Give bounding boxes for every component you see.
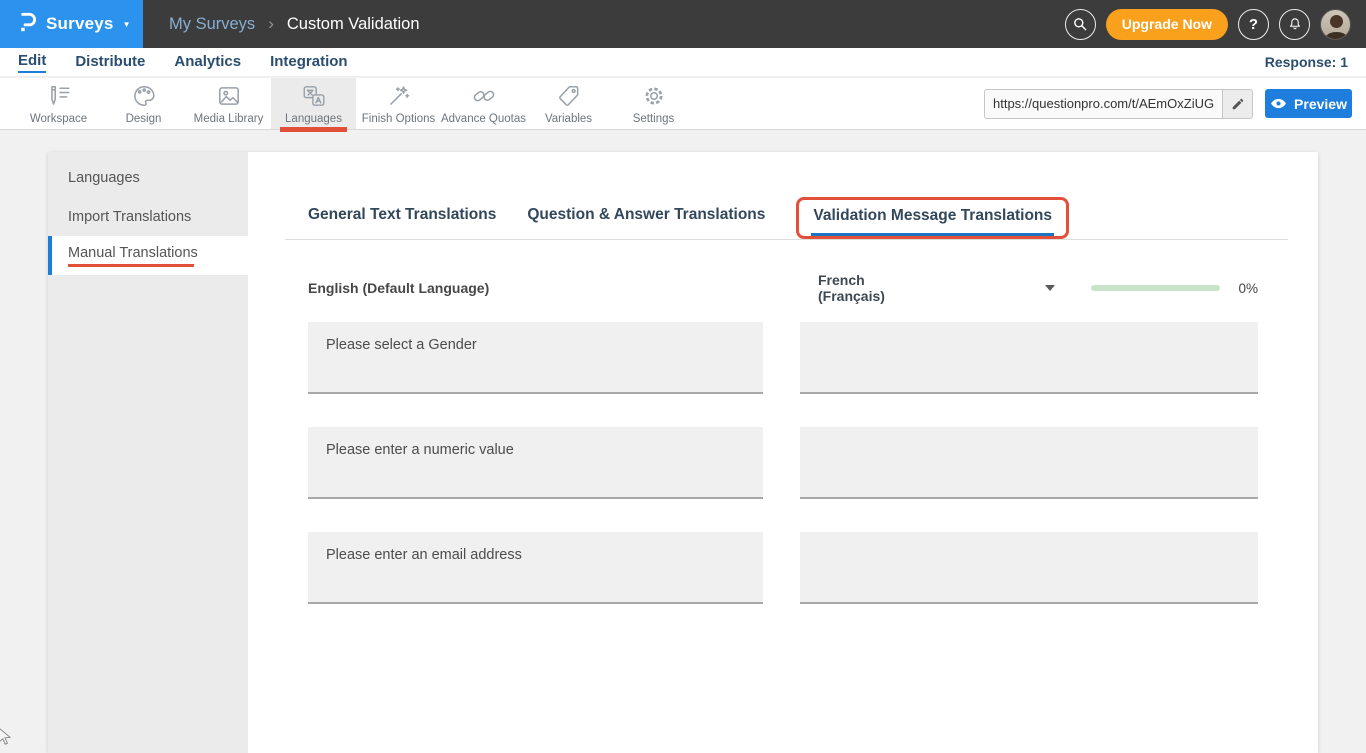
user-avatar[interactable] bbox=[1320, 9, 1351, 40]
nav-tab-integration[interactable]: Integration bbox=[270, 53, 348, 72]
questionpro-logo-icon bbox=[16, 10, 37, 39]
toolbar-item-finish-options[interactable]: Finish Options bbox=[356, 78, 441, 129]
avatar-silhouette bbox=[1330, 15, 1343, 28]
languages-icon bbox=[301, 83, 327, 109]
toolbar-item-settings[interactable]: Settings bbox=[611, 78, 696, 129]
nav-tab-distribute[interactable]: Distribute bbox=[75, 53, 145, 72]
advance-quotas-icon bbox=[471, 83, 497, 109]
variables-icon bbox=[556, 83, 582, 109]
toolbar-item-languages[interactable]: Languages bbox=[271, 78, 356, 129]
target-text-input[interactable] bbox=[800, 427, 1258, 499]
question-mark-icon: ? bbox=[1249, 16, 1258, 33]
notifications-button[interactable] bbox=[1279, 9, 1310, 40]
toolbar-item-advance-quotas[interactable]: Advance Quotas bbox=[441, 78, 526, 129]
settings-icon bbox=[641, 83, 667, 109]
survey-url-input[interactable] bbox=[985, 90, 1222, 118]
edit-url-button[interactable] bbox=[1222, 90, 1252, 118]
target-language-select[interactable]: French (Français) bbox=[818, 272, 923, 304]
toolbar-item-workspace[interactable]: Workspace bbox=[16, 78, 101, 129]
language-header-row: English (Default Language) French (Franç… bbox=[308, 272, 1288, 304]
bell-icon bbox=[1287, 16, 1303, 32]
preview-button[interactable]: Preview bbox=[1265, 89, 1352, 118]
tab-question-answer-translations[interactable]: Question & Answer Translations bbox=[527, 206, 765, 239]
source-text: Please enter a numeric value bbox=[308, 427, 763, 499]
translations-panel: Languages Import Translations Manual Tra… bbox=[48, 152, 1318, 753]
breadcrumb-parent-link[interactable]: My Surveys bbox=[169, 15, 255, 34]
translation-progress-percent: 0% bbox=[1238, 281, 1258, 296]
topbar-actions: Upgrade Now ? bbox=[1065, 9, 1351, 40]
sidebar-item-languages[interactable]: Languages bbox=[48, 158, 248, 197]
translations-sidebar: Languages Import Translations Manual Tra… bbox=[48, 152, 248, 753]
response-count[interactable]: Response: 1 bbox=[1265, 54, 1348, 70]
edit-toolbar: Workspace Design Media Library Languages bbox=[0, 78, 1366, 130]
annotation-underline-manual-translations bbox=[68, 264, 194, 267]
target-language-header: French (Français) 0% bbox=[800, 272, 1258, 304]
translation-tabs: General Text Translations Question & Ans… bbox=[285, 198, 1288, 240]
target-text-input[interactable] bbox=[800, 532, 1258, 604]
mouse-cursor bbox=[0, 727, 13, 752]
breadcrumb-separator-icon: › bbox=[268, 14, 274, 34]
search-icon bbox=[1072, 16, 1088, 32]
translation-row: Please enter an email address bbox=[308, 532, 1288, 604]
target-text-input[interactable] bbox=[800, 322, 1258, 394]
sidebar-item-import-translations[interactable]: Import Translations bbox=[48, 197, 248, 236]
workspace-icon bbox=[46, 83, 72, 109]
toolbar-item-media-library[interactable]: Media Library bbox=[186, 78, 271, 129]
design-icon bbox=[131, 83, 157, 109]
annotation-underline-languages bbox=[280, 127, 347, 132]
translations-main: General Text Translations Question & Ans… bbox=[248, 152, 1318, 753]
product-name: Surveys bbox=[46, 14, 114, 34]
translation-row: Please select a Gender bbox=[308, 322, 1288, 394]
help-button[interactable]: ? bbox=[1238, 9, 1269, 40]
finish-options-icon bbox=[386, 83, 412, 109]
media-library-icon bbox=[216, 83, 242, 109]
search-button[interactable] bbox=[1065, 9, 1096, 40]
breadcrumb: My Surveys › Custom Validation bbox=[169, 14, 420, 34]
nav-tab-edit[interactable]: Edit bbox=[18, 52, 46, 73]
source-text: Please enter an email address bbox=[308, 532, 763, 604]
source-language-label: English (Default Language) bbox=[308, 280, 763, 296]
survey-url-group: Preview bbox=[984, 89, 1366, 119]
annotation-box-validation-tab: Validation Message Translations bbox=[796, 197, 1069, 239]
toolbar-item-variables[interactable]: Variables bbox=[526, 78, 611, 129]
survey-url-field bbox=[984, 89, 1253, 119]
tab-validation-message-translations[interactable]: Validation Message Translations bbox=[811, 207, 1054, 236]
brand-menu[interactable]: Surveys ▼ bbox=[0, 0, 143, 48]
nav-tab-analytics[interactable]: Analytics bbox=[174, 53, 241, 72]
breadcrumb-current: Custom Validation bbox=[287, 15, 420, 34]
pencil-icon bbox=[1231, 97, 1245, 111]
sidebar-item-manual-translations[interactable]: Manual Translations bbox=[48, 236, 248, 275]
translation-progress-bar bbox=[1091, 285, 1221, 291]
chevron-down-icon[interactable] bbox=[1045, 285, 1055, 291]
survey-nav: Edit Distribute Analytics Integration Re… bbox=[0, 48, 1366, 77]
top-bar: Surveys ▼ My Surveys › Custom Validation… bbox=[0, 0, 1366, 48]
upgrade-now-button[interactable]: Upgrade Now bbox=[1106, 9, 1228, 40]
translation-rows: Please select a Gender Please enter a nu… bbox=[308, 322, 1288, 604]
source-text: Please select a Gender bbox=[308, 322, 763, 394]
translation-row: Please enter a numeric value bbox=[308, 427, 1288, 499]
eye-icon bbox=[1270, 97, 1287, 110]
tab-general-text-translations[interactable]: General Text Translations bbox=[308, 206, 496, 239]
brand-caret-icon: ▼ bbox=[123, 20, 131, 29]
toolbar-item-design[interactable]: Design bbox=[101, 78, 186, 129]
